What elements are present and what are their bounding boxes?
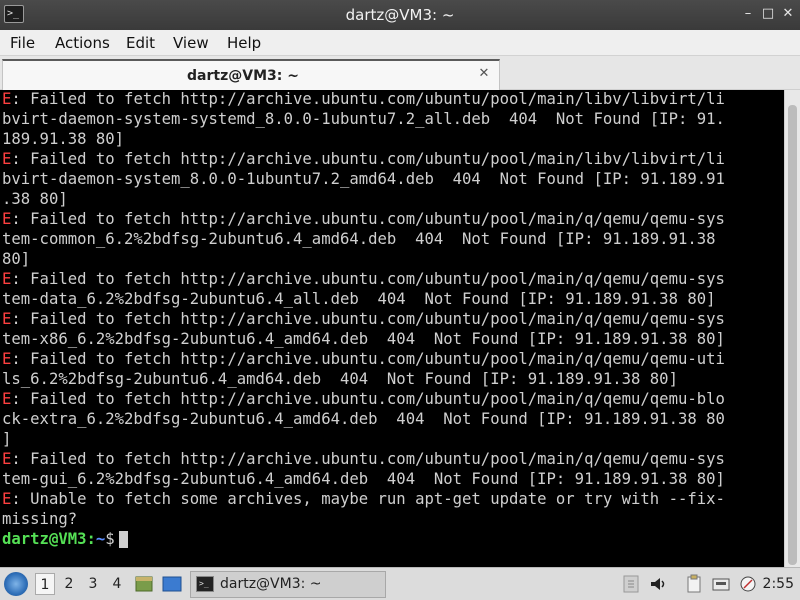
error-prefix: E [2, 210, 12, 228]
error-prefix: E [2, 270, 12, 288]
terminal-line: bvirt-daemon-system-systemd_8.0.0-1ubunt… [0, 110, 784, 130]
terminal-task-icon: >_ [196, 576, 214, 592]
prompt-path: ~ [95, 530, 106, 548]
line-text: tem-common_6.2%2bdfsg-2ubuntu6.4_amd64.d… [2, 230, 716, 248]
terminal-line: .38 80] [0, 190, 784, 210]
desktop-3-button[interactable]: 3 [83, 573, 103, 595]
line-text: 80] [2, 250, 31, 268]
shell-prompt[interactable]: dartz@VM3:~$ [0, 530, 784, 550]
tab-strip: dartz@VM3: ~ ✕ [0, 56, 800, 90]
desktop-2-button[interactable]: 2 [59, 573, 79, 595]
terminal-line: E: Failed to fetch http://archive.ubuntu… [0, 350, 784, 370]
line-text: ] [2, 430, 12, 448]
line-text: ls_6.2%2bdfsg-2ubuntu6.4_amd64.deb 404 N… [2, 370, 678, 388]
window-title: dartz@VM3: ~ [345, 6, 455, 24]
line-text: : Failed to fetch http://archive.ubuntu.… [11, 350, 725, 368]
tab-close-icon[interactable]: ✕ [477, 67, 491, 81]
terminal-line: E: Failed to fetch http://archive.ubuntu… [0, 210, 784, 230]
line-text: ck-extra_6.2%2bdfsg-2ubuntu6.4_amd64.deb… [2, 410, 725, 428]
terminal-line: E: Unable to fetch some archives, maybe … [0, 490, 784, 510]
file-manager-icon[interactable] [134, 574, 154, 594]
error-prefix: E [2, 350, 12, 368]
terminal-line: E: Failed to fetch http://archive.ubuntu… [0, 310, 784, 330]
maximize-icon[interactable]: □ [760, 6, 776, 22]
menu-file[interactable]: File [10, 34, 35, 52]
error-prefix: E [2, 310, 12, 328]
terminal-line: E: Failed to fetch http://archive.ubuntu… [0, 450, 784, 470]
terminal-line: ] [0, 430, 784, 450]
menu-actions[interactable]: Actions [55, 34, 110, 52]
terminal-line: E: Failed to fetch http://archive.ubuntu… [0, 150, 784, 170]
start-menu-icon[interactable] [4, 572, 28, 596]
prompt-user-host: dartz@VM3 [2, 530, 87, 548]
line-text: bvirt-daemon-system_8.0.0-1ubuntu7.2_amd… [2, 170, 725, 188]
error-prefix: E [2, 490, 12, 508]
terminal-line: E: Failed to fetch http://archive.ubuntu… [0, 90, 784, 110]
tab-terminal[interactable]: dartz@VM3: ~ ✕ [2, 59, 500, 90]
line-text: 189.91.38 80] [2, 130, 125, 148]
terminal-output[interactable]: E: Failed to fetch http://archive.ubuntu… [0, 90, 784, 567]
minimize-icon[interactable]: – [740, 6, 756, 22]
error-prefix: E [2, 90, 12, 108]
task-label: dartz@VM3: ~ [220, 576, 322, 592]
menu-edit[interactable]: Edit [126, 34, 155, 52]
line-text: : Unable to fetch some archives, maybe r… [11, 490, 725, 508]
terminal-line: tem-gui_6.2%2bdfsg-2ubuntu6.4_amd64.deb … [0, 470, 784, 490]
terminal-line: ck-extra_6.2%2bdfsg-2ubuntu6.4_amd64.deb… [0, 410, 784, 430]
close-icon[interactable]: ✕ [780, 6, 796, 22]
panel-handle-icon[interactable] [621, 574, 641, 594]
line-text: tem-x86_6.2%2bdfsg-2ubuntu6.4_amd64.deb … [2, 330, 725, 348]
line-text: : Failed to fetch http://archive.ubuntu.… [11, 270, 725, 288]
menu-view[interactable]: View [173, 34, 209, 52]
error-prefix: E [2, 390, 12, 408]
line-text: tem-gui_6.2%2bdfsg-2ubuntu6.4_amd64.deb … [2, 470, 725, 488]
line-text: : Failed to fetch http://archive.ubuntu.… [11, 150, 725, 168]
power-manager-icon[interactable] [738, 574, 758, 594]
error-prefix: E [2, 150, 12, 168]
line-text: tem-data_6.2%2bdfsg-2ubuntu6.4_all.deb 4… [2, 290, 716, 308]
line-text: : Failed to fetch http://archive.ubuntu.… [11, 210, 725, 228]
taskbar: 1 2 3 4 >_ dartz@VM3: ~ 2:55 [0, 567, 800, 600]
line-text: missing? [2, 510, 78, 528]
terminal-scrollbar[interactable] [784, 90, 800, 567]
terminal-line: tem-x86_6.2%2bdfsg-2ubuntu6.4_amd64.deb … [0, 330, 784, 350]
line-text: bvirt-daemon-system-systemd_8.0.0-1ubunt… [2, 110, 725, 128]
terminal-line: bvirt-daemon-system_8.0.0-1ubuntu7.2_amd… [0, 170, 784, 190]
clipboard-icon[interactable] [684, 574, 704, 594]
desktop-4-button[interactable]: 4 [107, 573, 127, 595]
line-text: : Failed to fetch http://archive.ubuntu.… [11, 390, 725, 408]
taskbar-terminal-button[interactable]: >_ dartz@VM3: ~ [190, 571, 386, 598]
terminal-line: ls_6.2%2bdfsg-2ubuntu6.4_amd64.deb 404 N… [0, 370, 784, 390]
terminal-line: missing? [0, 510, 784, 530]
prompt-symbol: $ [105, 530, 115, 548]
terminal-line: 189.91.38 80] [0, 130, 784, 150]
terminal-line: tem-common_6.2%2bdfsg-2ubuntu6.4_amd64.d… [0, 230, 784, 250]
error-prefix: E [2, 450, 12, 468]
menu-help[interactable]: Help [227, 34, 261, 52]
network-icon[interactable] [711, 574, 731, 594]
menu-bar: File Actions Edit View Help [0, 30, 800, 56]
taskbar-clock[interactable]: 2:55 [763, 576, 794, 592]
terminal-line: tem-data_6.2%2bdfsg-2ubuntu6.4_all.deb 4… [0, 290, 784, 310]
show-desktop-icon[interactable] [162, 574, 182, 594]
desktop-1-button[interactable]: 1 [35, 573, 55, 595]
line-text: : Failed to fetch http://archive.ubuntu.… [11, 90, 725, 108]
prompt-separator: : [86, 530, 96, 548]
window-titlebar[interactable]: >_ dartz@VM3: ~ – □ ✕ [0, 0, 800, 30]
terminal-line: E: Failed to fetch http://archive.ubuntu… [0, 270, 784, 290]
line-text: : Failed to fetch http://archive.ubuntu.… [11, 310, 725, 328]
volume-icon[interactable] [648, 574, 668, 594]
scrollbar-thumb[interactable] [788, 105, 797, 565]
line-text: .38 80] [2, 190, 68, 208]
terminal-line: 80] [0, 250, 784, 270]
text-cursor [118, 531, 128, 548]
line-text: : Failed to fetch http://archive.ubuntu.… [11, 450, 725, 468]
terminal-line: E: Failed to fetch http://archive.ubuntu… [0, 390, 784, 410]
tab-label: dartz@VM3: ~ [187, 68, 299, 84]
